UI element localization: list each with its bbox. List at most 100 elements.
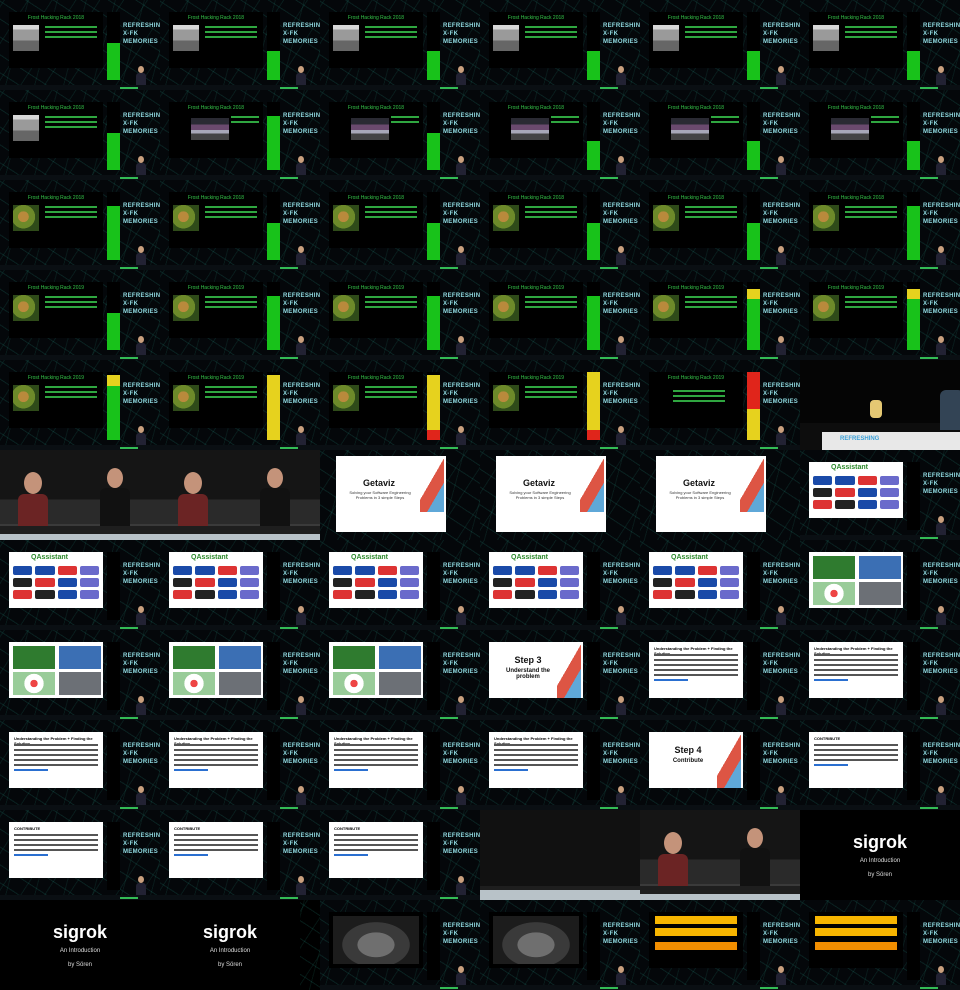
slide-image xyxy=(493,385,519,411)
panelist xyxy=(740,828,770,892)
slide-text-line xyxy=(174,834,258,836)
event-logo: REFRESHING X-FK MEMORIES xyxy=(443,832,480,856)
meter-empty xyxy=(267,102,280,116)
slide-text xyxy=(334,744,418,774)
event-logo: REFRESHING X-FK MEMORIES xyxy=(443,292,480,316)
event-logo-line: X-FK xyxy=(603,571,619,577)
slide-text-line xyxy=(334,854,368,856)
event-logo-line: X-FK xyxy=(923,751,939,757)
panelist xyxy=(100,468,130,532)
speaker-head xyxy=(618,966,624,973)
event-logo-line: MEMORIES xyxy=(443,579,479,585)
event-logo-line: REFRESHING xyxy=(603,383,640,389)
meter-empty xyxy=(747,192,760,223)
slide-title: Getaviz xyxy=(522,478,555,488)
slide-title: Frost Hacking Rack 2019 xyxy=(667,285,725,291)
event-logo: REFRESHING X-FK MEMORIES xyxy=(923,22,960,46)
speaker-body xyxy=(456,613,466,625)
slide: CONTRIBUTE xyxy=(9,822,103,878)
thumbnail: Frost Hacking Rack 2018 REFRESHING X-FK MEM… xyxy=(800,180,960,270)
thumbnail: Frost Hacking Rack 2019 REFRESHING X-FK MEM… xyxy=(640,270,800,360)
panelist xyxy=(18,472,48,534)
desk xyxy=(640,886,800,894)
audio-level-meter xyxy=(267,102,280,170)
slide-text xyxy=(711,116,739,126)
slide: Understanding the Problem + Finding the … xyxy=(649,642,743,698)
event-logo-line: REFRESHING xyxy=(283,653,320,659)
slide-text-line xyxy=(365,386,417,388)
slide-text-line xyxy=(14,769,48,771)
slide-title: Frost Hacking Rack 2019 xyxy=(827,285,885,291)
thumbnail: Frost Hacking Rack 2018 REFRESHING X-FK MEM… xyxy=(480,0,640,90)
slide-text-line xyxy=(174,769,208,771)
meter-empty xyxy=(907,732,920,800)
slide-text xyxy=(365,206,417,221)
thumbnail xyxy=(640,810,800,900)
slide-text xyxy=(525,296,577,311)
event-logo: REFRESHING X-FK MEMORIES xyxy=(283,652,320,676)
logo-collage xyxy=(493,566,579,604)
slide-text-line xyxy=(205,216,257,218)
slide-text-line xyxy=(494,749,578,751)
slide-text-line xyxy=(334,834,418,836)
event-logo-line: REFRESHING xyxy=(763,203,800,209)
visualization-image xyxy=(379,646,421,669)
thumbnail: REFRESHING X-FK MEMORIES xyxy=(0,630,160,720)
slide-text xyxy=(231,116,259,126)
slide-text-line xyxy=(685,36,737,38)
speaker xyxy=(776,246,786,266)
meter-fill-green xyxy=(587,295,600,350)
slide-text-line xyxy=(654,659,738,661)
speaker-head xyxy=(298,156,304,163)
audio-level-meter xyxy=(747,282,760,350)
speaker-head xyxy=(138,696,144,703)
meter-fill-yellow xyxy=(907,288,920,299)
slide-image xyxy=(493,25,519,51)
slide-title: Frost Hacking Rack 2019 xyxy=(667,375,725,381)
event-logo: REFRESHING X-FK MEMORIES xyxy=(603,562,640,586)
event-logo-line: X-FK xyxy=(763,571,779,577)
speaker-body xyxy=(616,163,626,175)
meter-fill-green xyxy=(267,51,280,80)
lucky-cat xyxy=(870,400,882,418)
event-logo: REFRESHING X-FK MEMORIES xyxy=(763,382,800,406)
slide-text-line xyxy=(654,669,738,671)
speaker-body xyxy=(936,163,946,175)
slide-text-line xyxy=(391,116,419,118)
thumbnail: Frost Hacking Rack 2018 REFRESHING X-FK MEM… xyxy=(160,180,320,270)
slide-title: Frost Hacking Rack 2018 xyxy=(347,15,405,21)
meter-empty xyxy=(907,642,920,710)
event-logo-line: MEMORIES xyxy=(763,669,799,675)
slide-image xyxy=(493,916,579,964)
event-logo-line: MEMORIES xyxy=(763,219,799,225)
audio-level-meter xyxy=(907,552,920,620)
speaker-head xyxy=(778,66,784,73)
slide-text xyxy=(205,296,257,311)
slide-text-line xyxy=(673,390,725,392)
slide-text xyxy=(845,206,897,221)
footer-mark xyxy=(760,627,778,629)
visualization-image xyxy=(59,646,101,669)
tool-logo xyxy=(239,566,259,575)
event-logo: REFRESHING X-FK MEMORIES xyxy=(763,742,800,766)
meter-fill-green xyxy=(427,222,440,260)
slide: Frost Hacking Rack 2019 xyxy=(489,372,583,428)
slide-text-line xyxy=(334,759,418,761)
tool-logo xyxy=(13,590,33,599)
slide-text-line xyxy=(711,116,739,118)
slide-text-line xyxy=(494,744,578,746)
visualization-image xyxy=(813,582,855,605)
speaker-body xyxy=(776,793,786,805)
slide-title: sigrok xyxy=(852,832,908,852)
meter-empty xyxy=(747,732,760,800)
diagram-block xyxy=(655,928,737,936)
slide-title: sigrok xyxy=(52,922,108,942)
slide-text-line xyxy=(845,306,897,308)
slide: Frost Hacking Rack 2018 xyxy=(649,12,743,68)
slide-text-line xyxy=(845,26,897,28)
slide-text-line xyxy=(45,216,97,218)
slide: Frost Hacking Rack 2018 xyxy=(809,102,903,158)
slide-image xyxy=(173,25,199,51)
slide-text-line xyxy=(871,121,899,123)
slide-text xyxy=(551,116,579,126)
